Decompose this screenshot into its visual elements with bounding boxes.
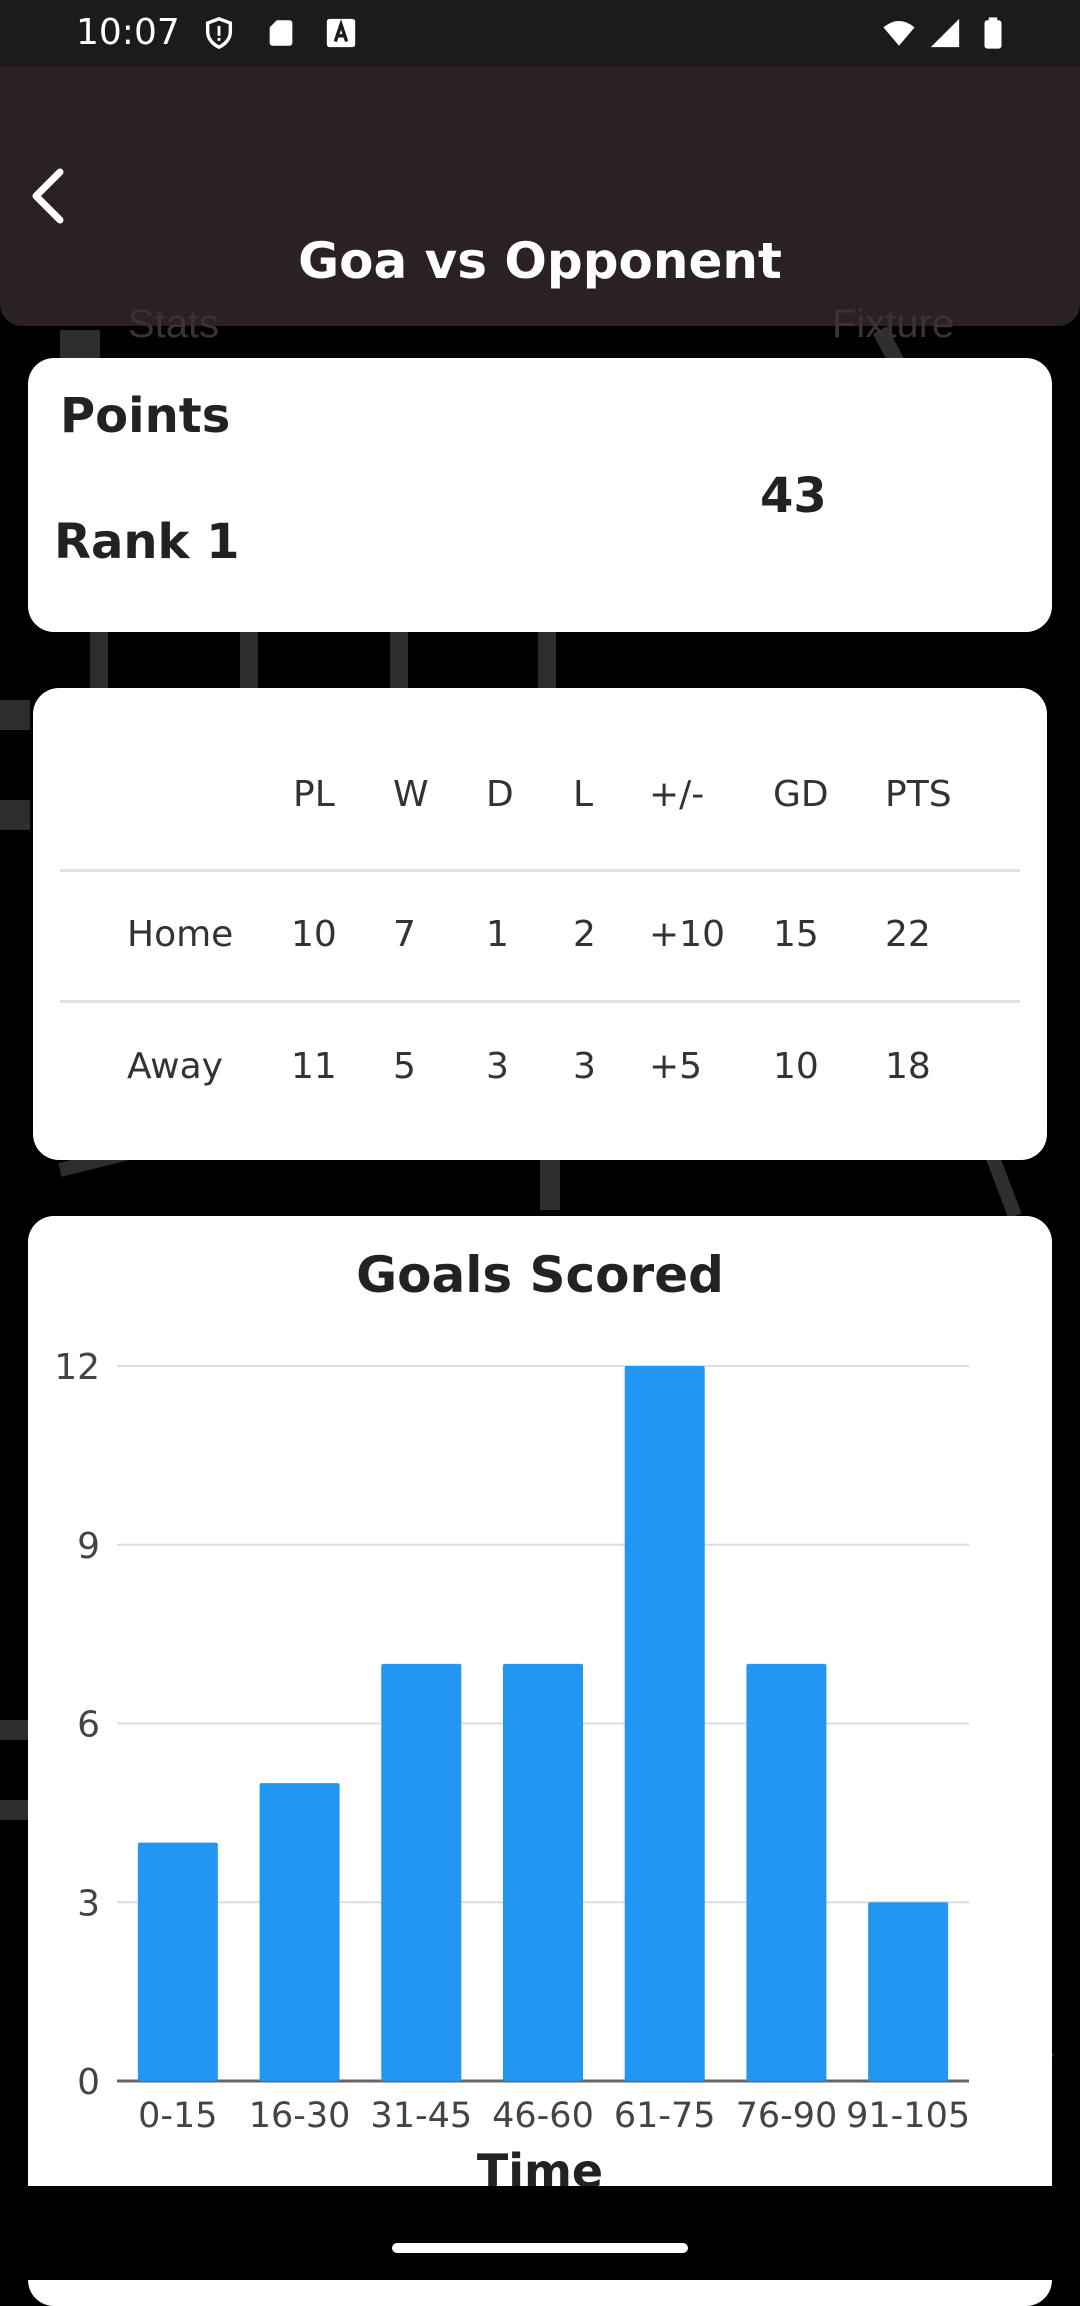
row-home-gd: 15 — [773, 914, 819, 955]
chevron-left-icon — [32, 168, 64, 224]
y-tick-label: 12 — [54, 1347, 100, 1388]
header-gd: GD — [773, 774, 829, 815]
header-pl: PL — [293, 774, 335, 815]
row-home-w: 7 — [393, 914, 416, 955]
row-home-l: 2 — [573, 914, 596, 955]
points-label: Points — [60, 388, 231, 444]
chart-title: Goals Scored — [356, 1246, 724, 1304]
goals-chart-card: 0 3 6 9 12 0-15 16-30 31-45 46-60 61-75 76-90 91-10… — [28, 1216, 1052, 2306]
font-a-icon — [326, 18, 356, 48]
row-away-pl: 11 — [291, 1046, 337, 1087]
back-button[interactable] — [20, 160, 80, 230]
header-plus-minus: +/- — [649, 774, 705, 815]
bar-0-15 — [137, 1842, 218, 2081]
x-tick-label: 46-60 — [492, 2096, 594, 2136]
header-w: W — [393, 774, 429, 815]
row-home-d: 1 — [486, 914, 509, 955]
tab-fixture-ghost: Fixture — [832, 302, 955, 346]
x-tick-label: 76-90 — [736, 2096, 838, 2136]
bar-61-75 — [624, 1366, 705, 2081]
x-tick-label: 91-105 — [846, 2096, 970, 2136]
wifi-icon — [883, 20, 915, 46]
header-pts: PTS — [885, 774, 952, 815]
x-tick-label: 61-75 — [614, 2096, 716, 2136]
y-tick-label: 0 — [77, 2062, 100, 2103]
header-d: D — [486, 774, 514, 815]
row-away-pts: 18 — [885, 1046, 931, 1087]
home-indicator[interactable] — [392, 2243, 688, 2253]
row-home-plus-minus: +10 — [649, 914, 725, 955]
sd-card-icon — [269, 20, 293, 46]
row-home-pts: 22 — [885, 914, 931, 955]
points-value: 43 — [760, 468, 827, 524]
table-divider — [60, 1000, 1020, 1003]
bar-31-45 — [381, 1663, 462, 2081]
navigation-bar — [0, 2186, 1080, 2280]
bar-91-105 — [868, 1902, 949, 2081]
row-away-plus-minus: +5 — [649, 1046, 703, 1087]
page-title: Goa vs Opponent — [298, 232, 782, 290]
y-tick-label: 3 — [77, 1883, 100, 1924]
points-card: Points 43 Rank 1 — [28, 358, 1052, 632]
bar-76-90 — [746, 1663, 827, 2081]
stats-table: PL W D L +/- GD PTS Home 10 7 1 2 +10 15… — [33, 688, 1047, 1160]
bar-46-60 — [503, 1663, 583, 2081]
table-divider — [60, 869, 1020, 872]
row-away-w: 5 — [393, 1046, 416, 1087]
y-tick-label: 6 — [77, 1705, 100, 1746]
row-away-l: 3 — [573, 1046, 596, 1087]
row-away-d: 3 — [486, 1046, 509, 1087]
rank-label: Rank 1 — [54, 514, 240, 570]
x-tick-label: 16-30 — [249, 2096, 351, 2136]
row-away-label: Away — [127, 1046, 223, 1087]
bar-16-30 — [259, 1783, 340, 2081]
battery-icon — [984, 17, 1002, 49]
row-home-label: Home — [127, 914, 234, 955]
x-tick-label: 0-15 — [138, 2096, 217, 2136]
y-tick-label: 9 — [77, 1526, 100, 1567]
x-tick-label: 31-45 — [370, 2096, 472, 2136]
row-away-gd: 10 — [773, 1046, 819, 1087]
signal-icon — [930, 18, 960, 48]
header-l: L — [573, 774, 594, 815]
shield-icon — [205, 17, 233, 50]
goals-chart: 0 3 6 9 12 0-15 16-30 31-45 46-60 61-75 76-90 91-10… — [54, 1347, 970, 2198]
tab-stats-ghost: Stats — [128, 302, 220, 346]
row-home-pl: 10 — [291, 914, 337, 955]
status-time: 10:07 — [76, 12, 180, 53]
status-bar: 10:07 — [0, 0, 1080, 66]
